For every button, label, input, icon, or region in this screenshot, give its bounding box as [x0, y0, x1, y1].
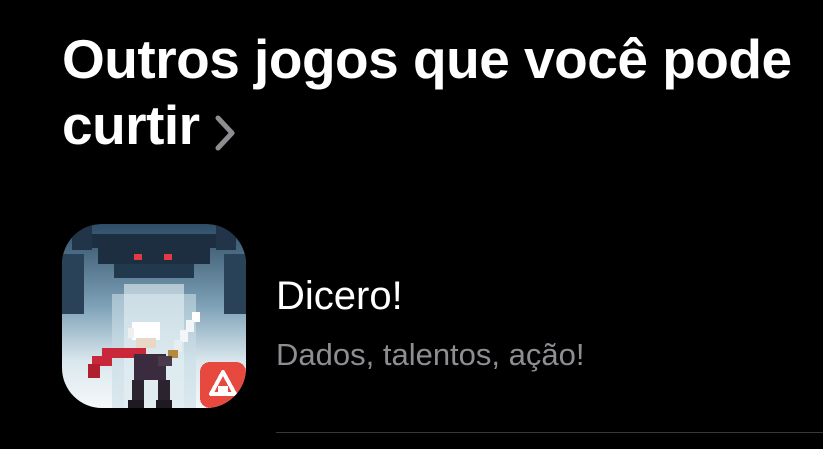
dicero-app-icon[interactable] — [62, 224, 246, 408]
chevron-right-icon — [214, 115, 236, 156]
list-divider — [276, 432, 823, 433]
app-subtitle: Dados, talentos, ação! — [276, 337, 585, 372]
app-list-item[interactable]: Dicero! Dados, talentos, ação! — [62, 224, 823, 414]
publisher-badge-icon — [200, 362, 246, 408]
section-title: Outros jogos que você pode curtir — [62, 28, 792, 156]
app-name: Dicero! — [276, 274, 403, 318]
section-header-link[interactable]: Outros jogos que você pode curtir — [62, 26, 802, 158]
